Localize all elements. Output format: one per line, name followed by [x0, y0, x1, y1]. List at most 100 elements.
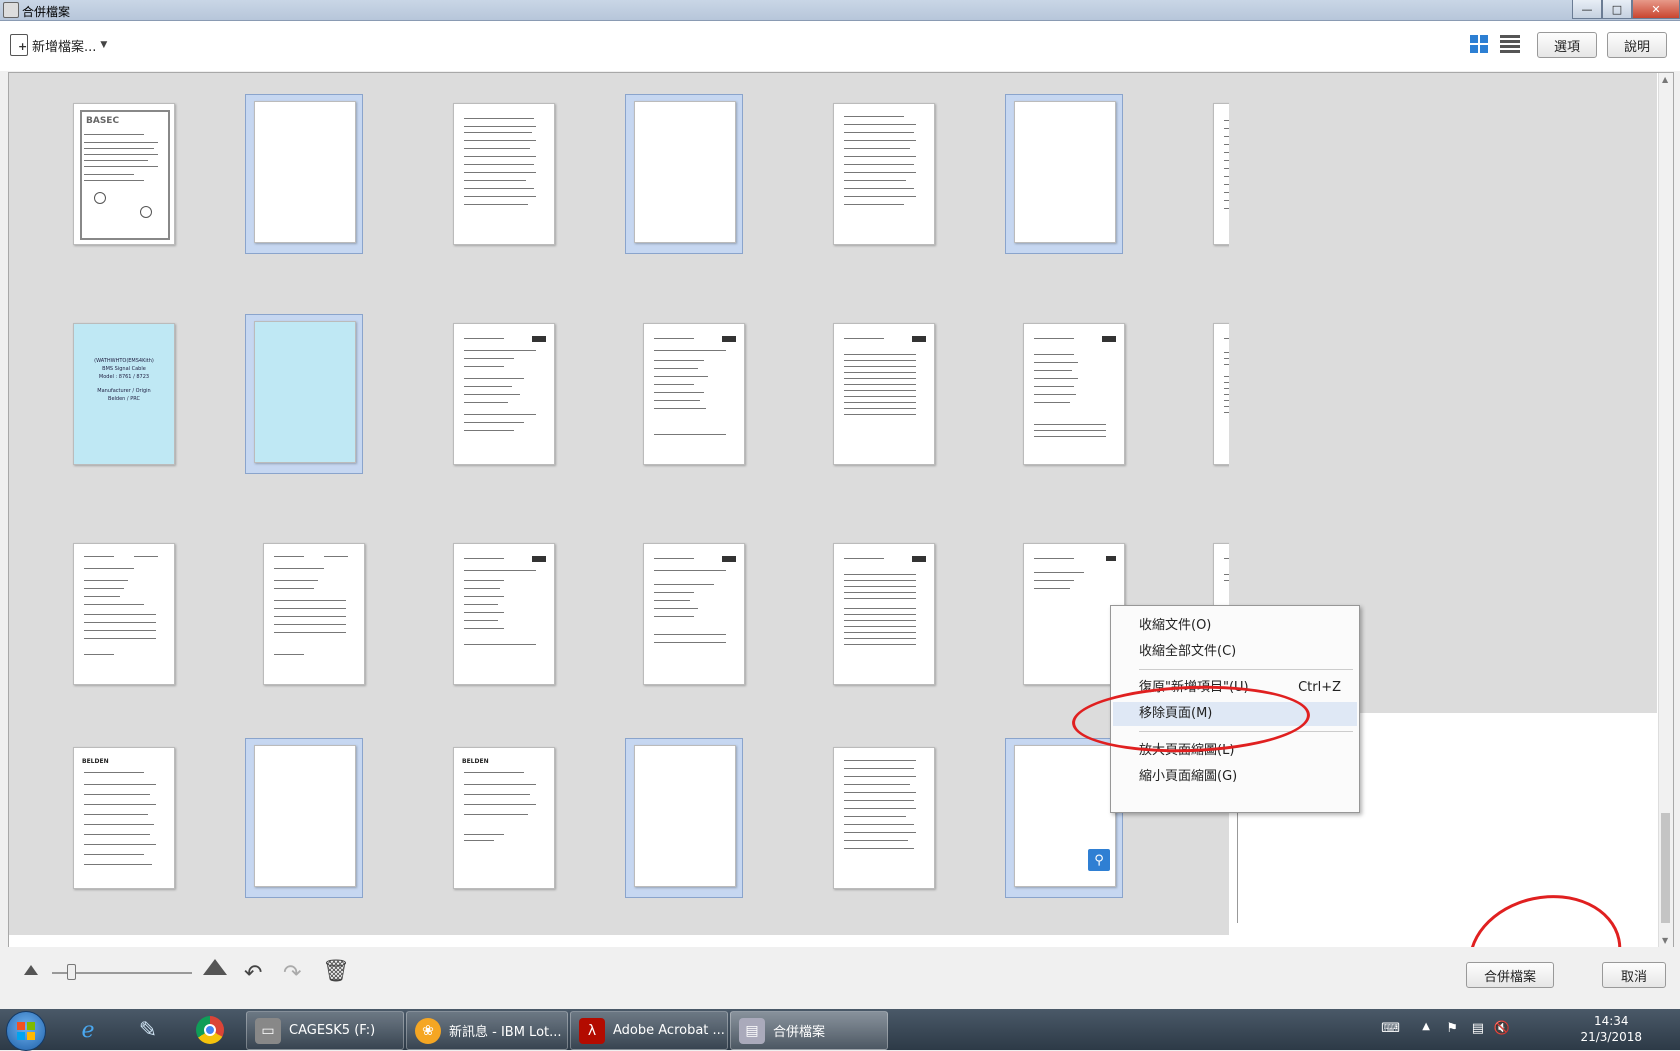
page-thumbnail[interactable]	[445, 537, 561, 695]
thumbnail-canvas: BASEC (WATHWHTO(EMS4Kith) BMS Signal Cab…	[9, 73, 1503, 935]
undo-icon[interactable]: ↶	[244, 961, 262, 986]
page-preview	[254, 745, 356, 887]
page-thumbnail[interactable]	[825, 537, 941, 695]
merge-files-button[interactable]: 合併檔案	[1466, 962, 1554, 988]
page-preview	[1023, 323, 1125, 465]
flag-icon[interactable]: ⚑	[1446, 1021, 1458, 1036]
page-thumbnail[interactable]	[65, 537, 181, 695]
page-preview	[634, 101, 736, 243]
vertical-scrollbar[interactable]: ▲ ▼	[1658, 73, 1673, 947]
page-thumbnail-selected[interactable]	[625, 94, 743, 254]
chevron-down-icon: ▼	[100, 40, 108, 50]
drive-icon: ▭	[255, 1017, 281, 1044]
taskbar-item-merge[interactable]: ▤ 合併檔案	[730, 1011, 888, 1050]
bottom-bar: ↶ ↷ 🗑 合併檔案 取消	[0, 947, 1680, 1009]
page-preview: (WATHWHTO(EMS4Kith) BMS Signal Cable Mod…	[73, 323, 175, 465]
page-thumbnail-selected[interactable]	[1005, 94, 1123, 254]
clock[interactable]: 14:34 21/3/2018	[1580, 1013, 1642, 1045]
add-files-button[interactable]: 新增檔案... ▼	[10, 34, 107, 56]
app-icon	[3, 2, 19, 18]
maximize-button[interactable]: □	[1602, 0, 1632, 19]
menu-item-collapse-all[interactable]: 收縮全部文件(C)	[1113, 640, 1357, 664]
acrobat-icon: λ	[579, 1017, 605, 1044]
start-button[interactable]	[6, 1011, 46, 1051]
scroll-up-icon[interactable]: ▲	[1662, 75, 1668, 84]
internet-explorer-icon[interactable]: ℯ	[68, 1013, 108, 1047]
page-preview	[263, 543, 365, 685]
network-icon[interactable]: ▤	[1472, 1021, 1484, 1036]
scroll-down-icon[interactable]: ▼	[1662, 936, 1668, 945]
title-bar: 合併檔案 — □ ✕	[0, 0, 1680, 21]
taskbar-item-acrobat[interactable]: λ Adobe Acrobat ...	[570, 1011, 728, 1050]
page-thumbnail[interactable]	[445, 317, 561, 475]
minimize-button[interactable]: —	[1572, 0, 1602, 19]
add-file-icon	[10, 34, 28, 56]
basec-logo: BASEC	[86, 116, 120, 126]
page-thumbnail[interactable]	[825, 741, 941, 899]
toolbar: 新增檔案... ▼ 選項 說明	[0, 21, 1680, 71]
scrollbar-thumb[interactable]	[1661, 813, 1670, 923]
close-button[interactable]: ✕	[1632, 0, 1680, 19]
help-button[interactable]: 說明	[1607, 32, 1667, 58]
options-button[interactable]: 選項	[1537, 32, 1597, 58]
volume-muted-icon[interactable]: 🔇	[1494, 1021, 1510, 1036]
page-thumbnail[interactable]	[1015, 317, 1131, 475]
page-thumbnail[interactable]	[635, 537, 751, 695]
page-thumbnail[interactable]	[255, 537, 371, 695]
page-preview	[1014, 101, 1116, 243]
page-preview	[643, 323, 745, 465]
chrome-icon[interactable]	[190, 1013, 230, 1047]
page-thumbnail-selected[interactable]	[245, 738, 363, 898]
lotus-notes-icon: ❀	[415, 1017, 441, 1044]
keyboard-icon[interactable]: ⌨	[1381, 1021, 1400, 1036]
page-preview	[453, 103, 555, 245]
page-preview	[833, 103, 935, 245]
page-thumbnail[interactable]: (WATHWHTO(EMS4Kith) BMS Signal Cable Mod…	[65, 317, 181, 475]
redo-icon[interactable]: ↷	[283, 961, 301, 986]
page-thumbnail[interactable]: BELDEN	[445, 741, 561, 899]
page-thumbnail[interactable]	[825, 97, 941, 255]
page-thumbnail[interactable]: BASEC	[65, 97, 181, 255]
taskbar-item-lotus[interactable]: ❀ 新訊息 - IBM Lot...	[406, 1011, 568, 1050]
slider-handle[interactable]	[67, 964, 76, 980]
page-thumbnail[interactable]	[825, 317, 941, 475]
small-thumbnail-icon[interactable]	[24, 965, 38, 975]
belden-logo: BELDEN	[462, 758, 489, 765]
window-title: 合併檔案	[22, 5, 71, 19]
page-preview	[833, 747, 935, 889]
tray-expand-icon[interactable]: ▲	[1422, 1021, 1430, 1032]
belden-logo: BELDEN	[82, 758, 109, 765]
large-thumbnail-icon[interactable]	[203, 959, 227, 975]
page-thumbnail-selected[interactable]	[625, 738, 743, 898]
page-preview: BELDEN	[73, 747, 175, 889]
page-thumbnail-selected[interactable]	[245, 94, 363, 254]
page-thumbnail[interactable]	[635, 317, 751, 475]
zoom-in-icon[interactable]: ⚲	[1088, 849, 1110, 871]
taskbar-item-drive[interactable]: ▭ CAGESK5 (F:)	[246, 1011, 404, 1050]
page-preview	[453, 543, 555, 685]
page-thumbnail[interactable]: BELDEN	[65, 741, 181, 899]
add-files-label: 新增檔案...	[32, 39, 97, 55]
merge-files-icon: ▤	[739, 1017, 765, 1044]
page-preview	[73, 543, 175, 685]
notes-app-icon[interactable]: ✎	[128, 1013, 168, 1047]
page-thumbnail-selected[interactable]	[245, 314, 363, 474]
page-thumbnail[interactable]	[445, 97, 561, 255]
page-preview	[254, 321, 356, 463]
list-view-icon[interactable]	[1500, 35, 1520, 53]
page-preview	[254, 101, 356, 243]
page-preview	[453, 323, 555, 465]
page-preview	[833, 543, 935, 685]
grid-view-icon[interactable]	[1470, 35, 1488, 53]
menu-item-collapse-document[interactable]: 收縮文件(O)	[1113, 614, 1357, 638]
cancel-button[interactable]: 取消	[1602, 962, 1666, 988]
view-switcher	[1470, 35, 1520, 53]
page-thumbnail-area: BASEC (WATHWHTO(EMS4Kith) BMS Signal Cab…	[8, 72, 1674, 948]
menu-item-shrink-thumbnails[interactable]: 縮小頁面縮圖(G)	[1113, 765, 1357, 789]
page-preview: BASEC	[73, 103, 175, 245]
menu-separator	[1139, 669, 1353, 670]
trash-icon[interactable]: 🗑	[322, 959, 350, 984]
page-preview	[634, 745, 736, 887]
page-preview: BELDEN	[453, 747, 555, 889]
page-thumbnail-selected[interactable]: ⚲	[1005, 738, 1123, 898]
